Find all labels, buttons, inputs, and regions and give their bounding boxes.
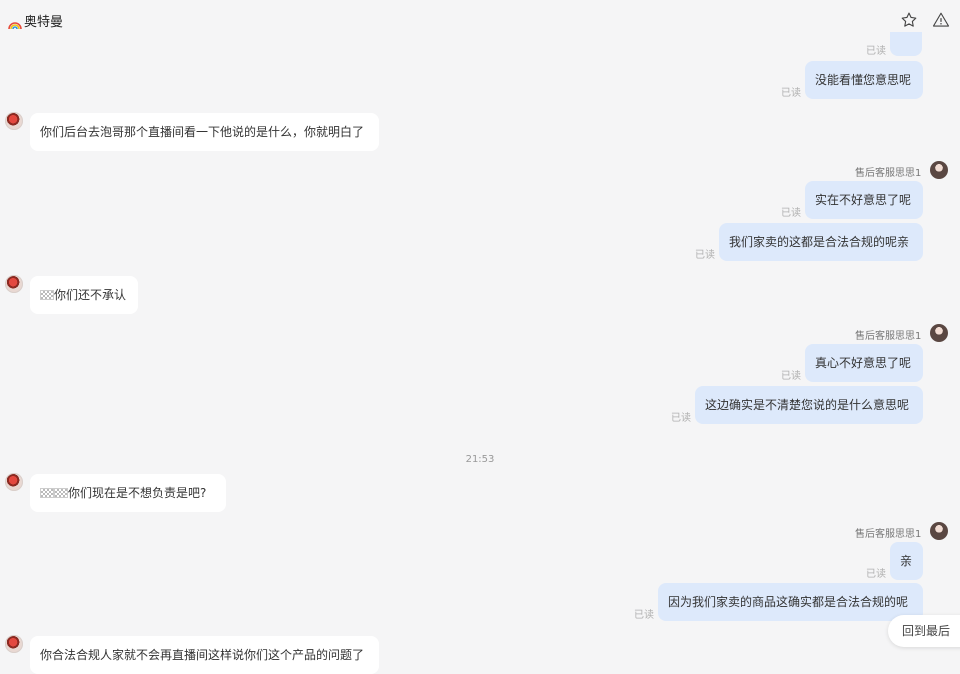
agent-name: 售后客服思思1 xyxy=(855,168,922,179)
customer-avatar[interactable] xyxy=(5,275,23,293)
emoji-placeholder xyxy=(40,290,54,300)
message-bubble-outgoing: 因为我们家卖的商品这确实都是合法合规的呢 xyxy=(658,583,923,621)
read-status: 已读 xyxy=(781,208,801,219)
message-bubble-incoming: 你们现在是不想负责是吧? xyxy=(30,474,226,512)
message-bubble-incoming: 你们还不承认 xyxy=(30,276,138,314)
agent-avatar[interactable] xyxy=(930,324,948,342)
message-bubble-outgoing: 真心不好意思了呢 xyxy=(805,344,923,382)
read-status: 已读 xyxy=(781,371,801,382)
customer-avatar[interactable] xyxy=(5,473,23,491)
time-divider: 21:53 xyxy=(465,454,495,465)
read-status: 已读 xyxy=(866,569,886,580)
message-bubble-outgoing: 没能看懂您意思呢 xyxy=(805,61,923,99)
emoji-placeholder xyxy=(54,488,68,498)
message-bubble-outgoing: 实在不好意思了呢 xyxy=(805,181,923,219)
message-bubble-outgoing: 我们家卖的这都是合法合规的呢亲 xyxy=(719,223,923,261)
back-to-latest-button[interactable]: 回到最后 xyxy=(888,615,960,647)
agent-name: 售后客服思思1 xyxy=(855,331,922,342)
emoji-placeholder xyxy=(40,488,54,498)
customer-avatar[interactable] xyxy=(5,635,23,653)
message-bubble-outgoing: 这边确实是不清楚您说的是什么意思呢 xyxy=(695,386,923,424)
message-bubble-incoming: 你们后台去泡哥那个直播间看一下他说的是什么，你就明白了 xyxy=(30,113,379,151)
message-list[interactable]: 已读 已读 没能看懂您意思呢 你们后台去泡哥那个直播间看一下他说的是什么，你就明… xyxy=(0,0,960,674)
agent-avatar[interactable] xyxy=(930,161,948,179)
customer-avatar[interactable] xyxy=(5,112,23,130)
read-status: 已读 xyxy=(781,88,801,99)
message-bubble-outgoing xyxy=(890,32,922,56)
read-status: 已读 xyxy=(866,46,886,57)
message-bubble-outgoing: 亲 xyxy=(890,542,923,580)
read-status: 已读 xyxy=(671,413,691,424)
read-status: 已读 xyxy=(695,250,715,261)
message-bubble-incoming: 你合法合规人家就不会再直播间这样说你们这个产品的问题了 xyxy=(30,636,379,674)
read-status: 已读 xyxy=(634,610,654,621)
agent-avatar[interactable] xyxy=(930,522,948,540)
agent-name: 售后客服思思1 xyxy=(855,529,922,540)
